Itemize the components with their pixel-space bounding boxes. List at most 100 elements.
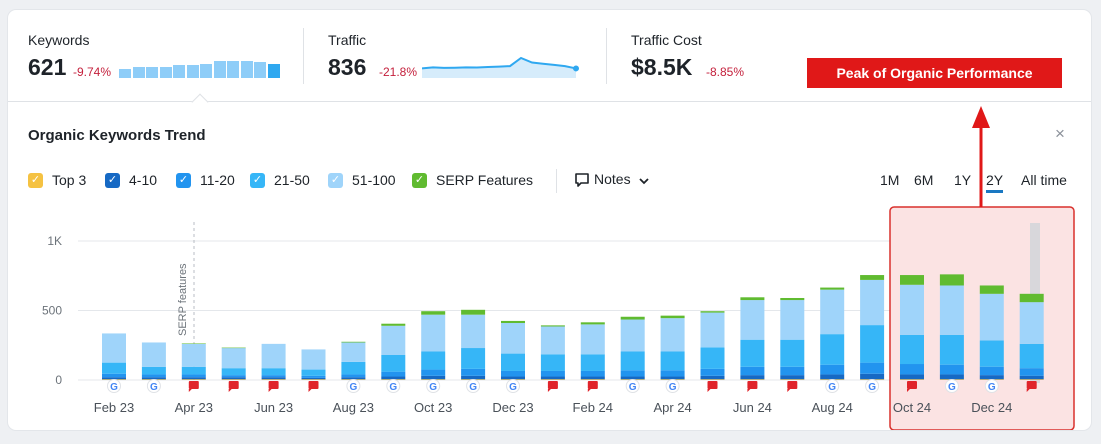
bar-segment-t51_100 — [421, 314, 446, 352]
bar-segment-top3 — [301, 379, 326, 380]
flag-icon-tail — [188, 389, 192, 392]
bar-segment-t21_50 — [181, 366, 206, 375]
x-tick-label: Feb 23 — [94, 400, 134, 415]
bar-segment-serp — [501, 320, 525, 324]
bar-segment-t4_10 — [381, 376, 406, 380]
bar-segment-t11_20 — [660, 370, 685, 377]
bar-segment-t4_10 — [501, 376, 525, 380]
bar-segment-t4_10 — [341, 377, 366, 380]
flag-icon — [707, 381, 718, 392]
bar-segment-t51_100 — [301, 349, 326, 370]
google-icon-glyph: G — [350, 382, 358, 393]
bar-segment-t51_100 — [102, 333, 126, 363]
bar-segment-t11_20 — [860, 362, 885, 374]
bar-segment-t21_50 — [740, 339, 765, 367]
bar-segment-t51_100 — [820, 289, 845, 335]
bar-segment-serp — [620, 316, 645, 320]
bar-segment-t21_50 — [939, 334, 964, 365]
bar-segment-t51_100 — [181, 343, 206, 367]
bar-segment-serp — [580, 322, 605, 325]
bar-segment-t11_20 — [939, 364, 964, 375]
bar-segment-t4_10 — [820, 374, 845, 380]
bar-segment-t51_100 — [341, 342, 366, 362]
flag-icon-body — [587, 381, 598, 389]
bar-segment-t4_10 — [580, 376, 605, 380]
bar-segment-t51_100 — [660, 318, 685, 352]
bar-segment-t51_100 — [780, 300, 805, 340]
bar-segment-t4_10 — [221, 377, 246, 380]
google-icon-glyph: G — [509, 382, 517, 393]
bar-segment-top3 — [540, 379, 565, 380]
bar-segment-t11_20 — [421, 369, 446, 376]
flag-icon-body — [268, 381, 279, 389]
annotation-arrow-head — [972, 106, 990, 128]
bar-segment-t4_10 — [301, 377, 326, 380]
bar-segment-top3 — [261, 379, 286, 380]
bar-segment-top3 — [900, 379, 924, 380]
bar-segment-t11_20 — [620, 370, 645, 377]
bar-segment-t4_10 — [620, 376, 645, 380]
flag-icon-body — [228, 381, 239, 389]
bar-segment-t51_100 — [141, 342, 166, 367]
flag-icon-body — [707, 381, 718, 389]
bar-segment-t11_20 — [700, 368, 725, 376]
bar-segment-t11_20 — [540, 370, 565, 377]
x-tick-label: Dec 23 — [492, 400, 533, 415]
bar-segment-t21_50 — [900, 334, 924, 365]
bar-segment-t51_100 — [700, 312, 725, 348]
bar-segment-t51_100 — [740, 300, 765, 340]
bar-segment-t4_10 — [979, 375, 1004, 380]
flag-icon-body — [787, 381, 798, 389]
bar-segment-serp — [900, 275, 924, 285]
bar-segment-top3 — [740, 379, 765, 380]
bar-segment-t4_10 — [141, 377, 166, 380]
bar-segment-t21_50 — [421, 351, 446, 370]
google-icon-glyph: G — [669, 382, 677, 393]
flag-icon-body — [1026, 381, 1037, 389]
flag-icon — [228, 381, 239, 392]
bar-segment-serp — [341, 341, 366, 343]
bar-segment-t4_10 — [261, 377, 286, 380]
x-tick-label: Oct 23 — [414, 400, 452, 415]
bar-segment-serp — [421, 311, 446, 315]
bar-segment-t21_50 — [820, 334, 845, 365]
bar-segment-t21_50 — [979, 340, 1004, 367]
bar-segment-t21_50 — [301, 369, 326, 376]
bar-segment-t51_100 — [900, 284, 924, 335]
bar-segment-t51_100 — [501, 323, 525, 354]
flag-icon-tail — [787, 389, 791, 392]
bar-segment-serp — [820, 287, 845, 290]
flag-icon-tail — [747, 389, 751, 392]
google-icon: G — [346, 379, 361, 393]
bar-segment-t4_10 — [780, 375, 805, 380]
peak-annotation-label: Peak of Organic Performance — [807, 58, 1062, 88]
bar-segment-t51_100 — [979, 293, 1004, 341]
x-tick-label: Jun 23 — [254, 400, 293, 415]
flag-icon-tail — [707, 389, 711, 392]
bar-segment-t11_20 — [141, 374, 166, 378]
google-icon: G — [426, 379, 441, 393]
bar-segment-t51_100 — [939, 285, 964, 335]
google-icon: G — [466, 379, 481, 393]
google-icon: G — [665, 379, 680, 393]
bar-segment-t21_50 — [660, 351, 685, 371]
bar-segment-serp — [461, 309, 486, 315]
bar-segment-t21_50 — [860, 325, 885, 363]
bar-segment-serp — [979, 285, 1004, 294]
x-tick-label: Aug 24 — [812, 400, 853, 415]
flag-icon-tail — [268, 389, 272, 392]
google-icon-glyph: G — [988, 382, 996, 393]
bar-segment-t21_50 — [221, 368, 246, 376]
bar-segment-serp — [939, 274, 964, 286]
bar-segment-top3 — [1019, 379, 1044, 380]
flag-icon-body — [907, 381, 917, 389]
flag-icon-body — [547, 381, 558, 389]
bar-segment-t21_50 — [261, 368, 286, 376]
bar-segment-t4_10 — [860, 373, 885, 380]
bar-segment-t21_50 — [580, 354, 605, 371]
flag-icon — [547, 381, 558, 392]
bar-segment-serp — [860, 275, 885, 280]
bar-segment-t4_10 — [461, 375, 486, 380]
google-icon-glyph: G — [110, 382, 118, 393]
y-tick-label: 1K — [47, 234, 62, 248]
